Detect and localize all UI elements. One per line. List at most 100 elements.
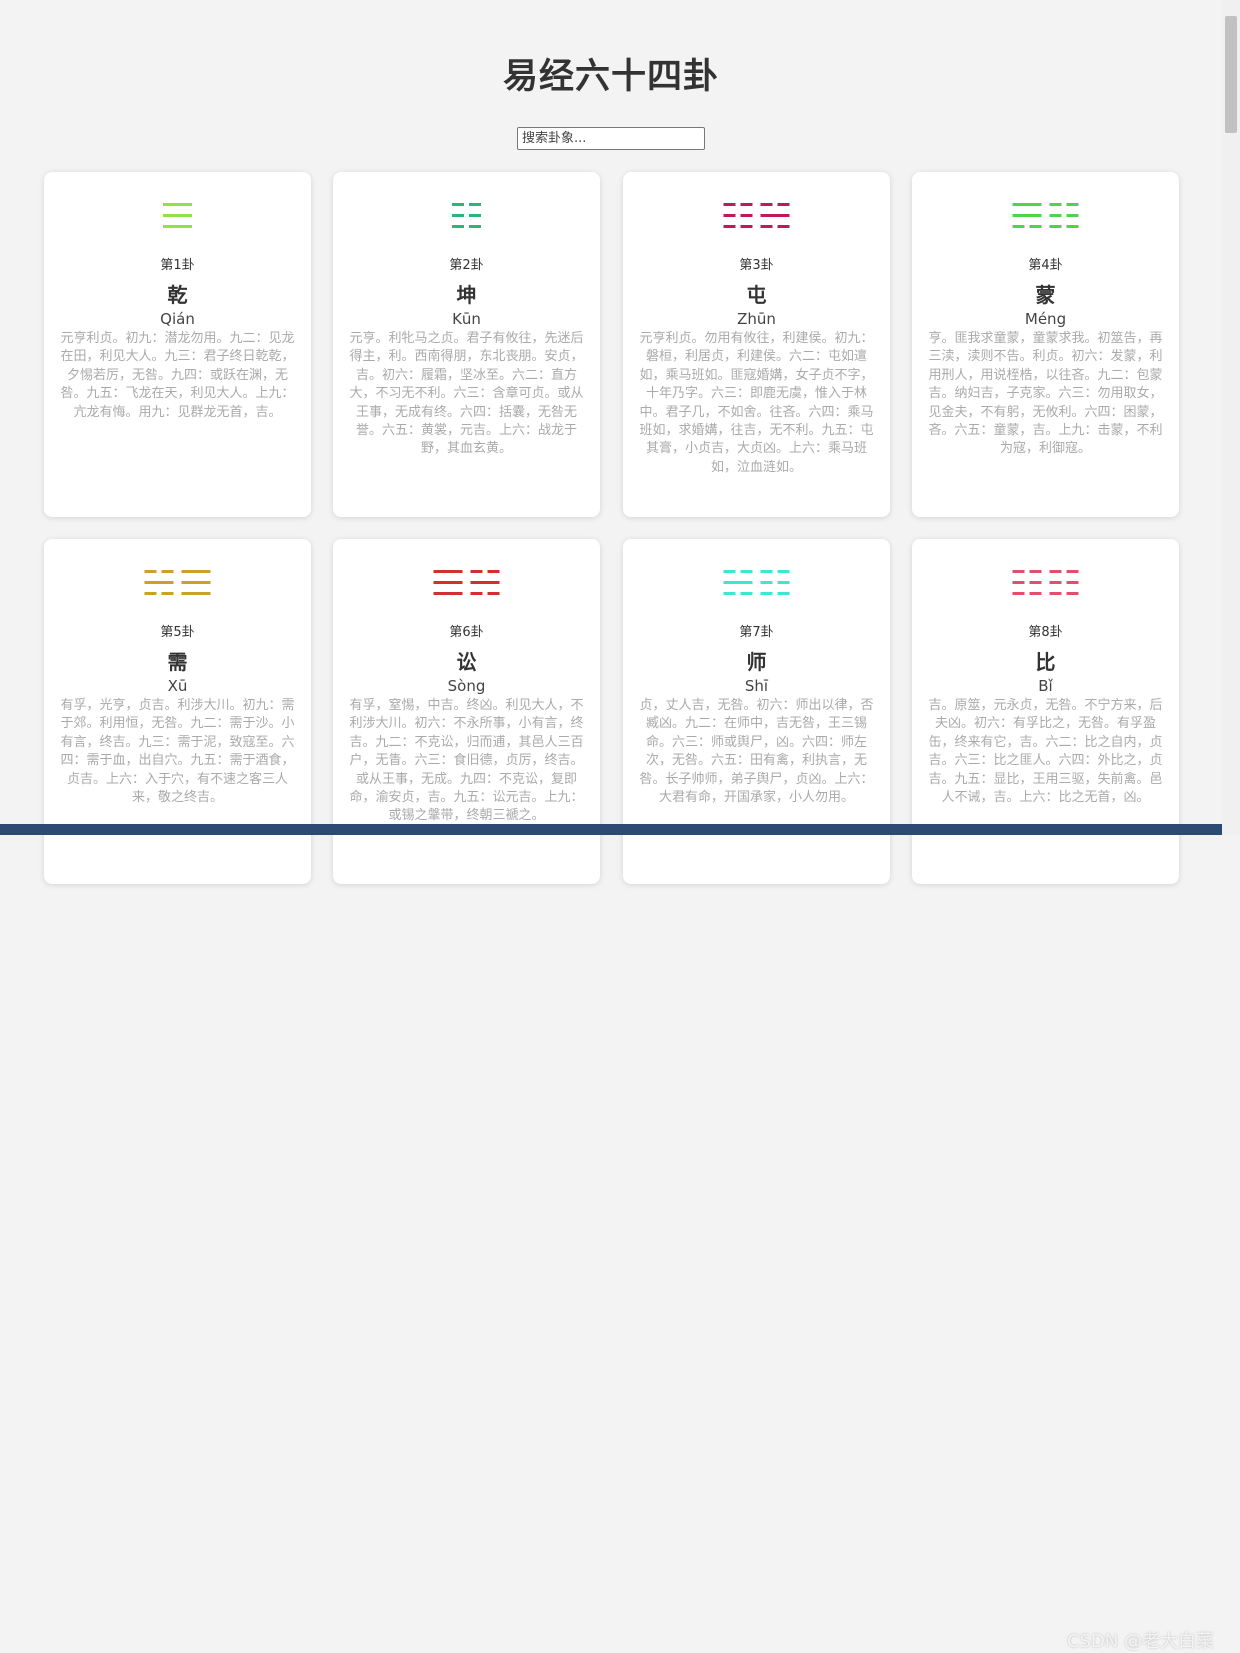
yang-line xyxy=(433,592,463,595)
bottom-bar: CSDN @老大白菜 xyxy=(0,824,1222,1652)
yin-line xyxy=(1066,570,1079,573)
hexagram-text: 有孚，窒惕，中吉。终凶。利见大人，不利涉大川。初六：不永所事，小有言，终吉。九二… xyxy=(349,698,584,824)
yang-line xyxy=(723,581,753,584)
yin-line xyxy=(161,570,174,573)
yang-line xyxy=(181,581,211,584)
yin-line xyxy=(1029,225,1042,228)
yin-line xyxy=(723,592,736,595)
hexagram-pinyin: Xū xyxy=(167,677,188,695)
hexagram-text: 元亨。利牝马之贞。君子有攸往，先迷后得主，利。西南得朋，东北丧朋。安贞，吉。初六… xyxy=(349,331,584,457)
yin-line xyxy=(740,214,753,217)
yang-line xyxy=(470,581,500,584)
yang-line xyxy=(433,570,463,573)
yin-line xyxy=(777,225,790,228)
hexagram-text: 吉。原筮，元永贞，无咎。不宁方来，后夫凶。初六：有孚比之，无咎。有孚盈缶，终来有… xyxy=(928,698,1163,806)
yang-line xyxy=(760,214,790,217)
yin-line xyxy=(1012,592,1025,595)
hexagram-number: 第2卦 xyxy=(449,258,484,273)
hexagram-symbol-icon xyxy=(723,570,790,595)
hexagram-pinyin: Zhūn xyxy=(737,310,776,328)
search-input[interactable] xyxy=(517,127,705,150)
hexagram-pinyin: Bǐ xyxy=(1038,677,1053,695)
yin-line xyxy=(1066,225,1079,228)
hexagram-number: 第5卦 xyxy=(160,625,195,640)
hexagram-text: 元亨利贞。初九：潜龙勿用。九二：见龙在田，利见大人。九三：君子终日乾乾，夕惕若厉… xyxy=(60,331,295,420)
hexagram-text: 亨。匪我求童蒙，童蒙求我。初筮告，再三渎，渎则不告。利贞。初六：发蒙，利用刑人，… xyxy=(928,331,1163,457)
hexagram-symbol-icon xyxy=(163,203,192,228)
yin-line xyxy=(487,570,500,573)
yin-line xyxy=(1049,570,1062,573)
hexagram-pinyin: Shī xyxy=(744,677,769,695)
yin-line xyxy=(760,225,773,228)
yin-line xyxy=(161,592,174,595)
yin-line xyxy=(1066,203,1079,206)
yin-line xyxy=(1049,592,1062,595)
yin-line xyxy=(777,203,790,206)
hexagram-text: 元亨利贞。勿用有攸往，利建侯。初九：磐桓，利居贞，利建侯。六二：屯如邅如，乘马班… xyxy=(639,331,874,475)
yin-line xyxy=(760,203,773,206)
hexagram-pinyin: Méng xyxy=(1024,310,1067,328)
hexagram-name: 需 xyxy=(167,650,188,674)
yang-line xyxy=(163,203,192,206)
hexagram-card[interactable]: 第2卦坤 Kūn 元亨。利牝马之贞。君子有攸往，先迷后得主，利。西南得朋，东北丧朋。… xyxy=(333,172,600,517)
scrollbar-thumb[interactable] xyxy=(1225,16,1237,133)
hexagram-card[interactable]: 第3卦屯 Zhūn 元亨利贞。勿用有攸往，利建侯。初九：磐桓，利居贞，利建侯。六二：… xyxy=(623,172,890,517)
yang-line xyxy=(181,570,211,573)
yang-line xyxy=(433,581,463,584)
yin-line xyxy=(1049,214,1062,217)
yin-line xyxy=(1012,225,1025,228)
hexagram-pinyin: Kūn xyxy=(452,310,481,328)
yin-line xyxy=(469,225,481,228)
yin-line xyxy=(777,570,790,573)
yin-line xyxy=(1066,581,1079,584)
hexagram-name: 乾 xyxy=(167,283,188,307)
yin-line xyxy=(740,225,753,228)
yin-line xyxy=(470,592,483,595)
hexagram-name: 坤 xyxy=(456,283,477,307)
yin-line xyxy=(723,570,736,573)
yin-line xyxy=(452,203,464,206)
yin-line xyxy=(452,225,464,228)
yin-line xyxy=(452,214,464,217)
yang-line xyxy=(181,592,211,595)
yin-line xyxy=(1029,592,1042,595)
hexagram-symbol-icon xyxy=(1012,203,1079,228)
yin-line xyxy=(723,214,736,217)
hexagram-number: 第4卦 xyxy=(1028,258,1063,273)
hexagram-name: 比 xyxy=(1035,650,1056,674)
hexagram-symbol-icon xyxy=(144,570,211,595)
yin-line xyxy=(470,570,483,573)
page: 易经六十四卦 第1卦乾 Qián 元亨利贞。初九：潜龙勿用。九二：见龙在田，利见大人… xyxy=(0,0,1222,1652)
hexagram-name: 蒙 xyxy=(1035,283,1056,307)
yang-line xyxy=(144,581,174,584)
yin-line xyxy=(1066,592,1079,595)
yin-line xyxy=(469,203,481,206)
hexagram-symbol-icon xyxy=(433,570,500,595)
yin-line xyxy=(1049,225,1062,228)
hexagram-number: 第3卦 xyxy=(739,258,774,273)
yang-line xyxy=(163,214,192,217)
yin-line xyxy=(1066,214,1079,217)
hexagram-number: 第1卦 xyxy=(160,258,195,273)
page-title: 易经六十四卦 xyxy=(502,57,719,97)
yin-line xyxy=(1012,570,1025,573)
yin-line xyxy=(144,592,157,595)
yin-line xyxy=(740,570,753,573)
hexagram-name: 屯 xyxy=(746,283,767,307)
yin-line xyxy=(760,570,773,573)
yin-line xyxy=(723,203,736,206)
hexagram-symbol-icon xyxy=(1012,570,1079,595)
yin-line xyxy=(777,581,790,584)
hexagram-card[interactable]: 第1卦乾 Qián 元亨利贞。初九：潜龙勿用。九二：见龙在田，利见大人。九三：君子终… xyxy=(44,172,311,517)
yin-line xyxy=(723,225,736,228)
yin-line xyxy=(1012,581,1025,584)
hexagram-card[interactable]: 第4卦蒙 Méng 亨。匪我求童蒙，童蒙求我。初筮告，再三渎，渎则不告。利贞。初六：… xyxy=(912,172,1179,517)
vertical-scrollbar[interactable] xyxy=(1222,0,1240,835)
hexagram-name: 师 xyxy=(746,650,767,674)
hexagram-text: 贞，丈人吉，无咎。初六：师出以律，否臧凶。九二：在师中，吉无咎，王三锡命。六三：… xyxy=(639,698,874,806)
yin-line xyxy=(1029,570,1042,573)
yin-line xyxy=(740,203,753,206)
hexagram-number: 第8卦 xyxy=(1028,625,1063,640)
yin-line xyxy=(1049,203,1062,206)
yin-line xyxy=(487,592,500,595)
